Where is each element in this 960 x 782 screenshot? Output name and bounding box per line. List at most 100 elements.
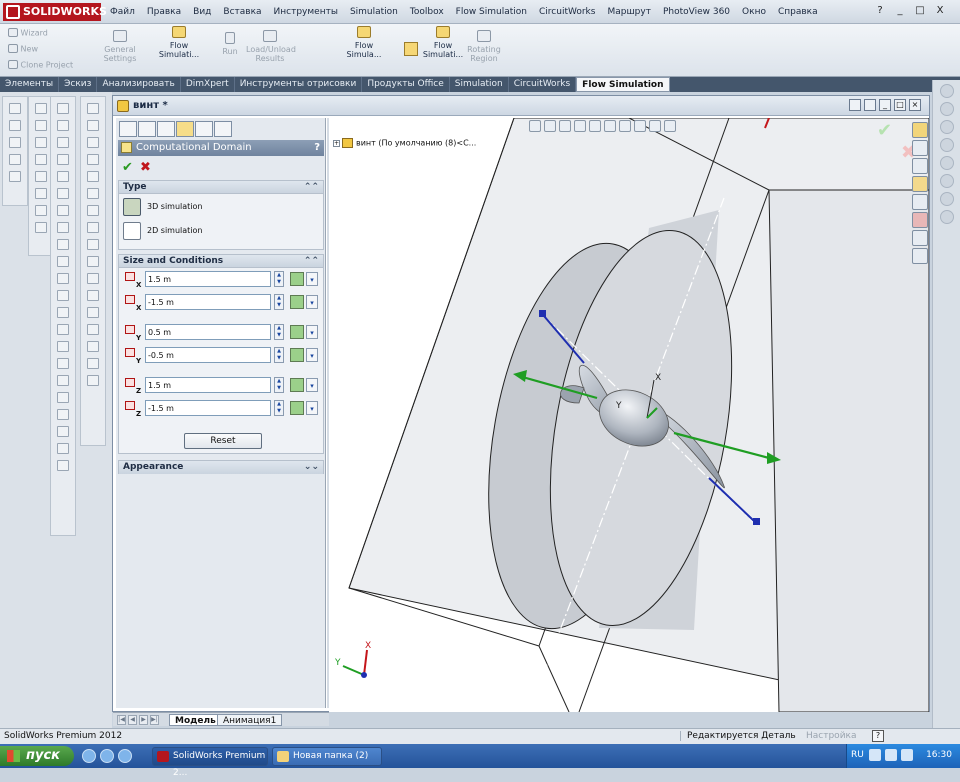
hide-show-icon[interactable] [619,120,631,132]
y-max-dependency-button[interactable] [290,325,304,339]
type-group-header[interactable]: Type ⌃⌃ [119,181,323,194]
tool-icon[interactable] [57,460,69,471]
tool-icon[interactable] [57,392,69,403]
tool-icon[interactable] [9,103,21,114]
menu-toolbox[interactable]: Toolbox [404,4,450,20]
tool-icon[interactable] [57,171,69,182]
flow-simulation-button-2[interactable]: Flow Simula... [344,26,384,59]
doc-close-button[interactable]: × [909,99,921,111]
flow-analysis-tab[interactable] [214,121,232,137]
menu-help[interactable]: Справка [772,4,824,20]
tab-model[interactable]: Модель [169,714,222,726]
side-tool-icon[interactable] [939,210,954,224]
display-style-icon[interactable] [604,120,616,132]
y-min-dependency-button[interactable] [290,348,304,362]
computational-domain-button[interactable] [404,42,418,56]
start-button[interactable]: пуск [0,746,74,766]
menu-window[interactable]: Окно [736,4,772,20]
side-tool-icon[interactable] [939,102,954,116]
flow-simulation-button-3[interactable]: Flow Simulati... [422,26,464,59]
configuration-manager-tab[interactable] [157,121,175,137]
general-settings-button[interactable]: General Settings [102,30,138,63]
tool-icon[interactable] [87,375,99,386]
tool-icon[interactable] [87,358,99,369]
previous-view-icon[interactable] [559,120,571,132]
dimxpert-tab[interactable] [176,121,194,137]
x-min-dependency-button[interactable] [290,295,304,309]
side-tool-icon[interactable] [939,192,954,206]
wizard-button[interactable]: Wizard [8,28,48,38]
x-max-dependency-button[interactable] [290,272,304,286]
menu-route[interactable]: Маршрут [601,4,657,20]
z-max-dependency-button[interactable] [290,378,304,392]
tool-icon[interactable] [57,375,69,386]
tool-icon[interactable] [87,290,99,301]
resources-icon[interactable] [912,140,928,156]
tool-icon[interactable] [57,307,69,318]
tab-dimxpert[interactable]: DimXpert [181,77,235,92]
menu-edit[interactable]: Правка [141,4,187,20]
view-settings-icon[interactable] [664,120,676,132]
tool-icon[interactable] [9,137,21,148]
side-tool-icon[interactable] [939,84,954,98]
x-max-dropdown[interactable]: ▾ [306,272,318,286]
feature-tree-flyout[interactable]: + винт (По умолчанию (8)<С... [333,138,476,148]
property-manager-tab[interactable] [138,121,156,137]
maximize-button[interactable]: □ [912,4,928,18]
view-orientation-icon[interactable] [589,120,601,132]
tab-circuitworks[interactable]: CircuitWorks [509,77,577,92]
quicklaunch-browser-icon[interactable] [100,749,114,763]
first-tab-arrow[interactable]: |◀ [117,715,126,725]
custom-properties-icon[interactable] [912,230,928,246]
menu-view[interactable]: Вид [187,4,217,20]
tool-icon[interactable] [87,256,99,267]
quicklaunch-app-icon[interactable] [118,749,132,763]
tool-icon[interactable] [35,103,47,114]
tool-icon[interactable] [87,307,99,318]
display-manager-tab[interactable] [195,121,213,137]
side-tool-icon[interactable] [939,156,954,170]
help-button[interactable]: ? [872,4,888,18]
option-3d-simulation[interactable]: 3D simulation [123,197,203,217]
tool-icon[interactable] [57,154,69,165]
y-max-spinner[interactable]: ▲ ▼ [274,324,284,340]
status-config[interactable]: Настройка [806,731,857,741]
menu-circuitworks[interactable]: CircuitWorks [533,4,601,20]
tool-icon[interactable] [87,171,99,182]
tool-icon[interactable] [57,188,69,199]
tool-icon[interactable] [57,205,69,216]
tile-button[interactable] [849,99,861,111]
new-project-button[interactable]: New [8,44,38,54]
tab-animation1[interactable]: Анимация1 [217,714,283,726]
zoom-area-icon[interactable] [544,120,556,132]
appearances-icon[interactable] [912,212,928,228]
tool-icon[interactable] [87,324,99,335]
tool-icon[interactable] [35,154,47,165]
minimize-button[interactable]: _ [892,4,908,18]
next-tab-arrow[interactable]: ▶ [139,715,148,725]
tab-office-products[interactable]: Продукты Office [362,77,450,92]
tab-drawing-tools[interactable]: Инструменты отрисовки [235,77,363,92]
tool-icon[interactable] [57,222,69,233]
tool-icon[interactable] [57,120,69,131]
tool-icon[interactable] [57,426,69,437]
tool-icon[interactable] [87,205,99,216]
x-min-input[interactable] [145,294,271,310]
y-max-dropdown[interactable]: ▾ [306,325,318,339]
rotating-region-button[interactable]: Rotating Region [466,30,502,63]
graphics-viewport[interactable]: X Y X Y ✔ ✖ + винт (По умолчанию (8)<С... [329,118,929,712]
doc-restore-button[interactable]: □ [894,99,906,111]
tool-icon[interactable] [35,205,47,216]
clone-project-button[interactable]: Clone Project [8,60,73,70]
side-tool-icon[interactable] [939,120,954,134]
tool-icon[interactable] [87,137,99,148]
prev-tab-arrow[interactable]: ◀ [128,715,137,725]
z-min-spinner[interactable]: ▲ ▼ [274,400,284,416]
last-tab-arrow[interactable]: ▶| [150,715,159,725]
menu-simulation[interactable]: Simulation [344,4,404,20]
tab-features[interactable]: Элементы [0,77,60,92]
language-indicator[interactable]: RU [851,750,864,760]
option-2d-simulation[interactable]: 2D simulation [123,221,203,241]
tool-icon[interactable] [87,120,99,131]
home-icon[interactable] [912,122,928,138]
